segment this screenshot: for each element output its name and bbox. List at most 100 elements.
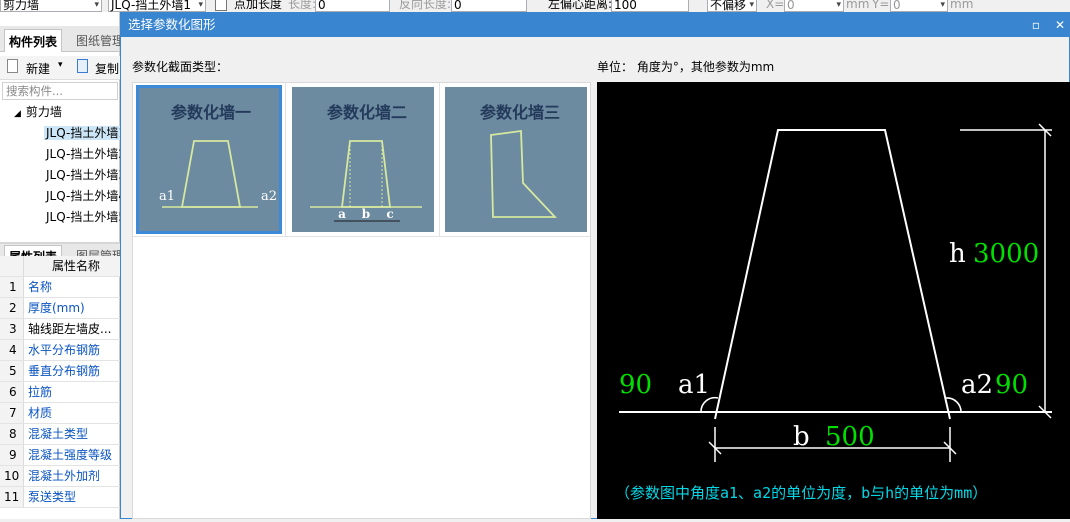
- x-label: X=: [766, 0, 785, 11]
- property-row[interactable]: 2 厚度(mm): [0, 298, 120, 319]
- chevron-down-icon: ▾: [940, 0, 945, 10]
- property-name: 材质: [28, 406, 53, 420]
- property-row-number: 2: [0, 298, 24, 318]
- chevron-down-icon[interactable]: ▾: [58, 60, 63, 70]
- point-length-label: 点加长度: [234, 0, 283, 11]
- tree-root[interactable]: ◢ 剪力墙: [0, 102, 120, 123]
- dialog-titlebar: 选择参数化图形: [121, 13, 1069, 37]
- wall-2-a-label: a: [338, 207, 346, 221]
- wall-1-a1-label: a1: [159, 189, 175, 204]
- h-label: h: [949, 239, 966, 269]
- b-value: 500: [825, 422, 875, 452]
- reverse-length-input[interactable]: 0: [451, 0, 527, 12]
- left-panel: 构件列表 图纸管理 新建 ▾ 复制 搜索构件... ◢ 剪力墙 JLQ-挡土外墙1…: [0, 12, 124, 519]
- property-row[interactable]: 11 泵送类型: [0, 487, 120, 508]
- property-row[interactable]: 6 拉筋: [0, 382, 120, 403]
- property-row[interactable]: 3 轴线距左墙皮...: [0, 319, 120, 340]
- property-row[interactable]: 7 材质: [0, 403, 120, 424]
- tree-item-label: JLQ-挡土外墙1: [44, 126, 120, 140]
- x-unit: mm: [846, 0, 870, 11]
- section-type-label: 参数化截面类型：: [132, 60, 229, 74]
- property-row-number: 9: [0, 445, 24, 465]
- shape-option-wall-3[interactable]: 参数化墙三: [445, 87, 587, 232]
- property-row-number: 11: [0, 487, 24, 507]
- tree-item[interactable]: JLQ-挡土外墙4: [0, 186, 120, 207]
- x-value: 0: [787, 0, 795, 12]
- component-tree: ◢ 剪力墙 JLQ-挡土外墙1 JLQ-挡土外墙2 JLQ-挡土外墙3 JLQ-挡…: [0, 102, 120, 228]
- tab-component-list[interactable]: 构件列表: [4, 29, 63, 52]
- reverse-length-label: 反向长度:: [399, 0, 452, 11]
- chevron-down-icon: ▾: [94, 0, 99, 10]
- collapse-icon[interactable]: ◢: [14, 109, 21, 119]
- y-value: 0: [893, 0, 901, 12]
- tree-item[interactable]: JLQ-挡土外墙2: [0, 144, 120, 165]
- top-toolbar: 剪力墙 ▾ JLQ-挡土外墙1 ▾ 点加长度 长度: 0 反向长度: 0 左偏心距离…: [0, 0, 1070, 12]
- tab-drawing-management[interactable]: 图纸管理: [76, 32, 124, 49]
- gallery-divider: [439, 83, 440, 236]
- property-row[interactable]: 9 混凝土强度等级: [0, 445, 120, 466]
- shape-option-wall-1[interactable]: 参数化墙一 a1 a2: [136, 85, 282, 234]
- chevron-down-icon: ▾: [198, 0, 203, 10]
- property-row-number: 5: [0, 361, 24, 381]
- length-input[interactable]: 0: [315, 0, 390, 12]
- offset-select[interactable]: 不偏移 ▾: [707, 0, 757, 12]
- property-name-header: 属性名称: [52, 259, 101, 273]
- tree-item[interactable]: JLQ-挡土外墙1: [0, 123, 120, 144]
- gallery-divider: [133, 236, 590, 237]
- copy-icon: [77, 59, 88, 73]
- component-select[interactable]: JLQ-挡土外墙1 ▾: [108, 0, 206, 12]
- new-button[interactable]: 新建: [26, 60, 50, 77]
- property-row[interactable]: 5 垂直分布钢筋: [0, 361, 120, 382]
- property-name: 混凝土外加剂: [28, 469, 101, 483]
- point-length-checkbox[interactable]: [215, 0, 227, 11]
- property-row-number: 8: [0, 424, 24, 444]
- unit-note: （参数图中角度a1、a2的单位为度，b与h的单位为mm）: [615, 484, 987, 502]
- chevron-down-icon: ▾: [836, 0, 841, 10]
- property-name: 名称: [28, 280, 53, 294]
- a2-value: 90: [995, 370, 1028, 400]
- property-name: 泵送类型: [28, 490, 77, 504]
- component-actions: 新建 ▾ 复制: [0, 56, 120, 80]
- tree-item[interactable]: JLQ-挡土外墙3: [0, 165, 120, 186]
- property-header-row: 属性名称: [0, 256, 120, 277]
- wall-2-diagram: 参数化墙二 a b c: [310, 103, 422, 222]
- type-select[interactable]: 剪力墙 ▾: [0, 0, 102, 12]
- left-offset-label: 左偏心距离:: [548, 0, 613, 11]
- a1-label: a1: [678, 370, 710, 400]
- property-table: 属性名称 1 名称 2 厚度(mm) 3 轴线距左墙皮... 4 水平分布钢筋 5 垂直分布钢筋 6…: [0, 256, 120, 508]
- property-row[interactable]: 1 名称: [0, 277, 120, 298]
- component-tabs: 构件列表 图纸管理: [0, 26, 124, 52]
- wall-2-shape: [340, 140, 392, 208]
- copy-button[interactable]: 复制: [95, 60, 119, 77]
- tree-item[interactable]: JLQ-挡土外墙5: [0, 207, 120, 228]
- tree-item-label: JLQ-挡土外墙4: [46, 189, 120, 203]
- property-row-number: 1: [0, 277, 24, 297]
- property-name: 厚度(mm): [28, 301, 85, 315]
- offset-select-value: 不偏移: [710, 0, 747, 12]
- shape-option-wall-2[interactable]: 参数化墙二 a b c: [292, 87, 434, 232]
- shape-preview: h 3000 90 a1 a2 90 b 500 （参数图中角度a1、a2的单位…: [597, 82, 1070, 519]
- property-row[interactable]: 10 混凝土外加剂: [0, 466, 120, 487]
- x-input[interactable]: 0 ▾: [784, 0, 844, 12]
- tree-item-label: JLQ-挡土外墙3: [46, 168, 120, 182]
- y-label: Y=: [872, 0, 890, 11]
- tree-item-label: JLQ-挡土外墙2: [46, 147, 120, 161]
- dialog-title: 选择参数化图形: [128, 17, 216, 32]
- property-name: 垂直分布钢筋: [28, 364, 101, 378]
- h-value: 3000: [973, 239, 1039, 269]
- property-row-number: 6: [0, 382, 24, 402]
- property-name: 轴线距左墙皮...: [28, 322, 112, 336]
- component-search-input[interactable]: 搜索构件...: [2, 82, 118, 100]
- preview-diagram: h 3000 90 a1 a2 90 b 500 （参数图中角度a1、a2的单位…: [615, 123, 1052, 502]
- close-icon[interactable]: ✕: [1049, 13, 1070, 37]
- y-input[interactable]: 0 ▾: [890, 0, 948, 12]
- property-row[interactable]: 8 混凝土类型: [0, 424, 120, 445]
- property-row[interactable]: 4 水平分布钢筋: [0, 340, 120, 361]
- component-select-value: JLQ-挡土外墙1: [111, 0, 191, 12]
- left-offset-input[interactable]: 100: [611, 0, 689, 12]
- maximize-icon[interactable]: ▫: [1025, 13, 1047, 37]
- wall-2-title: 参数化墙二: [327, 103, 407, 122]
- length-label: 长度:: [288, 0, 317, 11]
- wall-3-shape: [490, 129, 558, 218]
- wall-2-c-label: c: [386, 207, 393, 221]
